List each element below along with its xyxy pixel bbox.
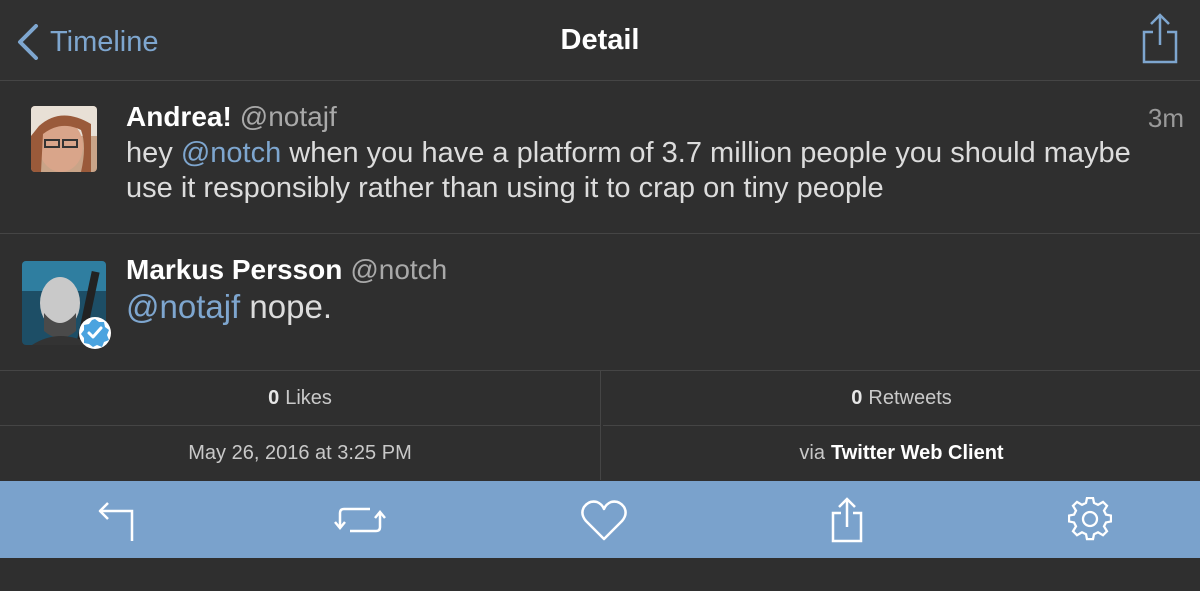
gear-icon [1067,496,1113,541]
navigation-bar: Timeline Detail [0,0,1200,81]
page-title: Detail [560,24,640,56]
action-toolbar [0,481,1200,558]
tweet-source: via Twitter Web Client [603,426,1200,480]
via-prefix: via [799,441,825,464]
tweet-text: @notajf nope. [126,288,332,325]
timestamp-relative: 3m [1147,103,1184,133]
settings-button[interactable] [1067,496,1114,543]
retweets-stat[interactable]: 0 Retweets [603,371,1200,426]
share-icon [1142,13,1178,64]
tweet-detail: Markus Persson @notch @notajf nope. [0,234,1200,371]
username[interactable]: @notajf [240,101,337,132]
tweet-text: hey @notch when you have a platform of 3… [126,137,1131,204]
avatar[interactable] [31,106,97,172]
heart-icon [581,500,627,541]
likes-stat[interactable]: 0 Likes [0,371,601,426]
likes-count: 0 [268,386,280,409]
share-action-button[interactable] [830,497,876,543]
retweet-icon [334,507,386,533]
like-button[interactable] [580,497,628,543]
username[interactable]: @notch [350,254,447,285]
share-button[interactable] [1140,12,1180,71]
display-name[interactable]: Markus Persson [126,254,342,285]
tweet-timestamp: May 26, 2016 at 3:25 PM [0,426,601,480]
verified-badge-icon [78,316,112,355]
display-name[interactable]: Andrea! [126,101,232,132]
tweet-reply-to: Andrea! @notajf 3m hey @notch when you ha… [0,81,1200,234]
retweets-label: Retweets [868,386,952,409]
retweets-count: 0 [851,386,863,409]
tweet-stats: 0 Likes 0 Retweets May 26, 2016 at 3:25 PM… [0,371,1200,481]
mention-link[interactable]: @notajf [126,288,240,325]
footer-bar [0,558,1200,591]
retweet-button[interactable] [334,497,386,543]
likes-label: Likes [285,386,332,409]
source-app[interactable]: Twitter Web Client [831,442,1004,465]
reply-icon [98,502,134,541]
mention-link[interactable]: @notch [181,137,281,169]
reply-button[interactable] [96,497,142,543]
share-icon [831,497,863,543]
